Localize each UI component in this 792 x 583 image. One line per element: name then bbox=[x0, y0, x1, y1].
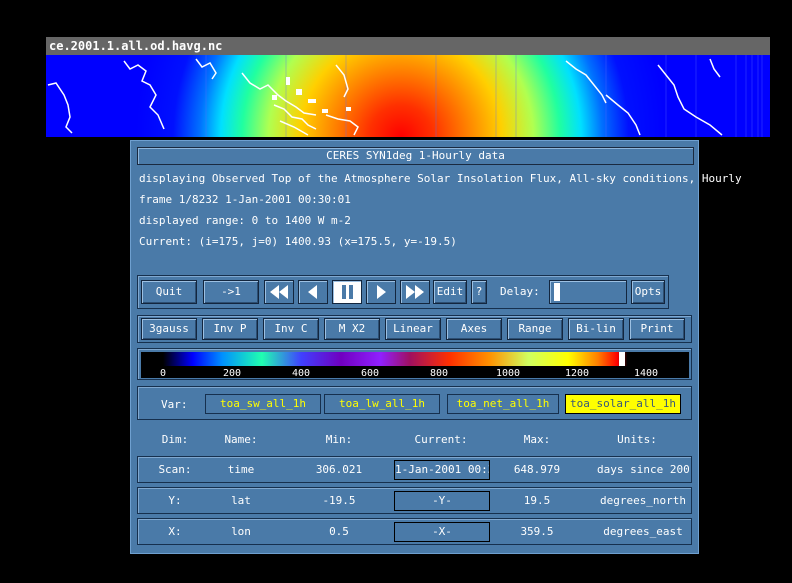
window-title-bar[interactable]: ce.2001.1.all.od.havg.nc bbox=[46, 37, 770, 55]
step-forward-icon bbox=[377, 285, 386, 299]
dim-scan-units: days since 2000- bbox=[597, 463, 689, 476]
edit-button[interactable]: Edit bbox=[433, 280, 467, 304]
colorbar-tick: 1200 bbox=[565, 368, 589, 378]
step-back-icon bbox=[308, 285, 317, 299]
delay-slider[interactable] bbox=[549, 280, 627, 304]
max-header: Max: bbox=[523, 433, 551, 446]
rewind-icon bbox=[270, 285, 288, 299]
fast-forward-icon bbox=[406, 285, 424, 299]
colorbar-tick: 400 bbox=[292, 368, 310, 378]
delay-slider-thumb[interactable] bbox=[554, 283, 560, 301]
dim-y-label: Y: bbox=[168, 494, 182, 507]
goto-first-button[interactable]: ->1 bbox=[203, 280, 259, 304]
colorbar-tick: 800 bbox=[430, 368, 448, 378]
colorbar-tick: 600 bbox=[361, 368, 379, 378]
option-bi-lin-button[interactable]: Bi-lin bbox=[568, 318, 624, 340]
colorbar-tick: 0 bbox=[160, 368, 166, 378]
title-box: CERES SYN1deg 1-Hourly data bbox=[137, 147, 694, 165]
dim-header: Dim: bbox=[161, 433, 189, 446]
option-linear-button[interactable]: Linear bbox=[385, 318, 441, 340]
dim-scan-min: 306.021 bbox=[315, 463, 363, 476]
colorbar-tick: 1400 bbox=[634, 368, 658, 378]
colorbar-marker bbox=[619, 352, 625, 366]
map-view[interactable] bbox=[46, 55, 770, 137]
rewind-button[interactable] bbox=[264, 280, 294, 304]
window-title: ce.2001.1.all.od.havg.nc bbox=[49, 39, 223, 53]
current-header: Current: bbox=[414, 433, 468, 446]
colorbar[interactable]: 0 200 400 600 800 1000 1200 1400 bbox=[141, 352, 689, 378]
colorbar-tick: 1000 bbox=[496, 368, 520, 378]
dim-y-min: -19.5 bbox=[322, 494, 356, 507]
map-image bbox=[46, 55, 770, 137]
quit-button[interactable]: Quit bbox=[141, 280, 197, 304]
step-forward-button[interactable] bbox=[366, 280, 396, 304]
option-inv-c-button[interactable]: Inv C bbox=[263, 318, 319, 340]
dim-scan-label: Scan: bbox=[158, 463, 192, 476]
colorbar-tick: 200 bbox=[223, 368, 241, 378]
min-header: Min: bbox=[325, 433, 353, 446]
opts-button[interactable]: Opts bbox=[631, 280, 665, 304]
dim-scan-current-field[interactable]: 1-Jan-2001 00:3 bbox=[394, 460, 490, 480]
var-label: Var: bbox=[161, 398, 188, 411]
dim-x-max: 359.5 bbox=[520, 525, 554, 538]
dim-y-units: degrees_north bbox=[599, 494, 687, 507]
dim-x-current-field[interactable]: -X- bbox=[394, 522, 490, 542]
control-panel: CERES SYN1deg 1-Hourly data displaying O… bbox=[130, 140, 742, 554]
dim-x-label: X: bbox=[168, 525, 182, 538]
option-3gauss-button[interactable]: 3gauss bbox=[141, 318, 197, 340]
dim-scan-max: 648.979 bbox=[513, 463, 561, 476]
option-print-button[interactable]: Print bbox=[629, 318, 685, 340]
option-range-button[interactable]: Range bbox=[507, 318, 563, 340]
var-toa-solar-button[interactable]: toa_solar_all_1h bbox=[565, 394, 681, 414]
dim-x-name: lon bbox=[231, 525, 251, 538]
pause-icon bbox=[342, 285, 353, 299]
range-text: displayed range: 0 to 1400 W m-2 bbox=[139, 214, 351, 227]
dim-y-max: 19.5 bbox=[523, 494, 551, 507]
option-axes-button[interactable]: Axes bbox=[446, 318, 502, 340]
delay-label: Delay: bbox=[500, 285, 540, 298]
var-toa-lw-button[interactable]: toa_lw_all_1h bbox=[324, 394, 440, 414]
dim-x-min: 0.5 bbox=[329, 525, 349, 538]
fast-forward-button[interactable] bbox=[400, 280, 430, 304]
dim-y-name: lat bbox=[231, 494, 251, 507]
units-header: Units: bbox=[617, 433, 657, 446]
var-toa-net-button[interactable]: toa_net_all_1h bbox=[447, 394, 559, 414]
dim-y-current-field[interactable]: -Y- bbox=[394, 491, 490, 511]
option-inv-p-button[interactable]: Inv P bbox=[202, 318, 258, 340]
current-text: Current: (i=175, j=0) 1400.93 (x=175.5, … bbox=[139, 235, 457, 248]
step-back-button[interactable] bbox=[298, 280, 328, 304]
frame-text: frame 1/8232 1-Jan-2001 00:30:01 bbox=[139, 193, 351, 206]
dim-x-units: degrees_east bbox=[603, 525, 683, 538]
dim-scan-name: time bbox=[227, 463, 255, 476]
var-toa-sw-button[interactable]: toa_sw_all_1h bbox=[205, 394, 321, 414]
help-button[interactable]: ? bbox=[471, 280, 487, 304]
pause-button[interactable] bbox=[332, 280, 362, 304]
description-text: displaying Observed Top of the Atmospher… bbox=[139, 172, 742, 185]
option-m-x2-button[interactable]: M X2 bbox=[324, 318, 380, 340]
panel-title: CERES SYN1deg 1-Hourly data bbox=[326, 149, 505, 162]
name-header: Name: bbox=[224, 433, 258, 446]
